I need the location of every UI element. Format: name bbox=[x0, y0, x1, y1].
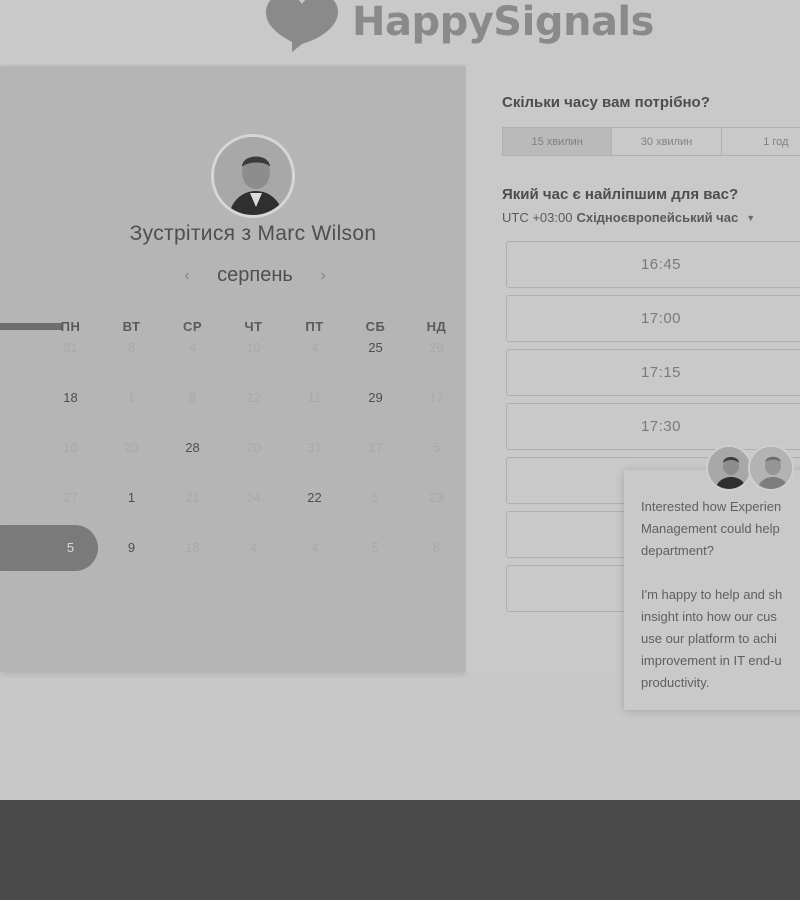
duration-60[interactable]: 1 год bbox=[722, 128, 800, 155]
calendar-week-row: 18 1 8 22 11 29 17 bbox=[40, 388, 467, 408]
chat-avatars[interactable] bbox=[706, 445, 800, 493]
footer bbox=[0, 800, 800, 900]
meeting-title: Зустрітися з Marc Wilson bbox=[129, 222, 377, 245]
heart-chat-icon bbox=[266, 0, 338, 52]
calendar-day-unavailable: 5 bbox=[371, 540, 380, 555]
timezone-offset: UTC +03:00 bbox=[502, 210, 573, 225]
time-question: Який час є найліпшим для вас? bbox=[502, 186, 739, 203]
calendar-day-unavailable: 20 bbox=[246, 440, 261, 455]
host-avatar bbox=[211, 134, 295, 218]
time-slot[interactable]: 16:45 bbox=[506, 241, 800, 288]
calendar-day-unavailable: 22 bbox=[246, 390, 261, 405]
weekday-tue: ВТ bbox=[122, 319, 141, 334]
weekday-thu: ЧТ bbox=[244, 319, 263, 334]
weekday-fri: ПТ bbox=[305, 319, 324, 334]
calendar-day-unavailable: 6 bbox=[432, 540, 441, 555]
calendar-day-unavailable: 26 bbox=[429, 340, 444, 355]
calendar-day-unavailable: 4 bbox=[310, 540, 319, 555]
calendar-day-unavailable: 24 bbox=[246, 490, 261, 505]
calendar-week-row: 10 20 28 20 31 17 5 bbox=[40, 438, 467, 458]
calendar-day-available[interactable]: 1 bbox=[101, 488, 162, 508]
calendar-day-unavailable: 5 bbox=[371, 490, 380, 505]
brand-name: HappySignals bbox=[352, 0, 654, 45]
weekday-sun: НД bbox=[426, 319, 447, 334]
calendar-day-unavailable: 4 bbox=[249, 540, 258, 555]
calendar-day-unavailable: 17 bbox=[429, 390, 444, 405]
agent-avatar bbox=[706, 445, 752, 491]
weekday-sat: СБ bbox=[365, 319, 386, 334]
duration-question: Скільки часу вам потрібно? bbox=[502, 94, 710, 111]
calendar-day-unavailable: 11 bbox=[307, 390, 322, 405]
calendar-day-available[interactable]: 9 bbox=[101, 538, 162, 558]
month-navigator: ‹ серпень › bbox=[180, 264, 330, 287]
calendar-day-available[interactable]: 25 bbox=[345, 338, 406, 358]
calendar-day-available[interactable]: 29 bbox=[345, 388, 406, 408]
weekday-header: ПН ВТ СР ЧТ ПТ СБ НД bbox=[40, 319, 467, 334]
agent-avatar bbox=[748, 445, 794, 491]
calendar-day-unavailable: 4 bbox=[310, 340, 319, 355]
duration-30[interactable]: 30 хвилин bbox=[612, 128, 722, 155]
calendar-day-unavailable: 31 bbox=[307, 440, 322, 455]
calendar-day-unavailable: 17 bbox=[368, 440, 383, 455]
time-slot[interactable]: 17:30 bbox=[506, 403, 800, 450]
chevron-right-icon[interactable]: › bbox=[316, 267, 330, 285]
calendar-day-unavailable: 8 bbox=[127, 340, 136, 355]
timezone-name: Східноєвропейський час bbox=[576, 210, 739, 225]
calendar-day-available[interactable]: 18 bbox=[40, 388, 101, 408]
chevron-left-icon[interactable]: ‹ bbox=[180, 267, 194, 285]
calendar-day-available[interactable]: 28 bbox=[162, 438, 223, 458]
calendar-week-row: 5 9 18 4 4 5 6 bbox=[40, 538, 467, 558]
calendar-day-unavailable: 31 bbox=[63, 340, 78, 355]
calendar-week-row: 27 1 21 24 22 5 23 bbox=[40, 488, 467, 508]
calendar-day-unavailable: 10 bbox=[63, 440, 78, 455]
header: HappySignals bbox=[0, 0, 800, 64]
weekday-mon: ПН bbox=[60, 319, 81, 334]
caret-down-icon: ▼ bbox=[746, 212, 756, 223]
calendar-day-unavailable: 1 bbox=[127, 390, 136, 405]
duration-selector: 15 хвилин 30 хвилин 1 год bbox=[502, 127, 800, 156]
brand-logo[interactable]: HappySignals bbox=[262, 0, 654, 54]
timezone-selector[interactable]: UTC +03:00 Східноєвропейський час ▼ bbox=[502, 210, 755, 225]
calendar-day-unavailable: 10 bbox=[246, 340, 261, 355]
calendar-day-available[interactable]: 22 bbox=[284, 488, 345, 508]
calendar-day-unavailable: 23 bbox=[429, 490, 444, 505]
weekday-wed: СР bbox=[182, 319, 203, 334]
calendar-day-unavailable: 21 bbox=[185, 490, 200, 505]
chat-message: Interested how Experien Management could… bbox=[641, 499, 783, 690]
calendar-day-selected[interactable]: 5 bbox=[40, 538, 101, 558]
time-slot[interactable]: 17:15 bbox=[506, 349, 800, 396]
calendar-day-unavailable: 27 bbox=[63, 490, 78, 505]
calendar-day-unavailable: 20 bbox=[124, 440, 139, 455]
calendar-week-row: 31 8 4 10 4 25 26 bbox=[40, 338, 467, 358]
calendar-day-unavailable: 18 bbox=[185, 540, 200, 555]
duration-15[interactable]: 15 хвилин bbox=[503, 128, 613, 155]
calendar-day-unavailable: 4 bbox=[188, 340, 197, 355]
calendar-day-unavailable: 5 bbox=[432, 440, 441, 455]
calendar-day-unavailable: 8 bbox=[188, 390, 197, 405]
time-slot[interactable]: 17:00 bbox=[506, 295, 800, 342]
month-label: серпень bbox=[217, 264, 293, 286]
